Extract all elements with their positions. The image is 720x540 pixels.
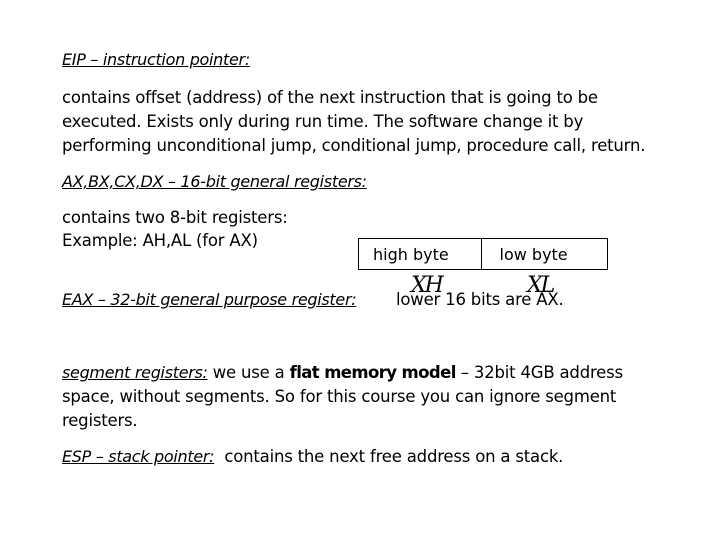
general-registers-line-1: contains two 8-bit registers: bbox=[62, 208, 288, 227]
segment-text-after: – 32bit 4GB address bbox=[455, 363, 623, 382]
segment-line-2: space, without segments. So for this cou… bbox=[62, 387, 617, 406]
low-byte-cell: low byte bbox=[499, 244, 568, 264]
esp-heading: ESP – stack pointer: bbox=[62, 447, 215, 466]
eax-heading: EAX – 32-bit general purpose register: bbox=[62, 290, 357, 309]
eip-description-line-3: performing unconditional jump, condition… bbox=[62, 136, 646, 155]
xl-overlay-label: XL bbox=[527, 273, 555, 298]
flat-memory-model-term: flat memory model bbox=[289, 363, 457, 382]
eip-description-line-2: executed. Exists only during run time. T… bbox=[62, 112, 584, 131]
esp-line: ESP – stack pointer: contains the next f… bbox=[62, 445, 563, 469]
eip-heading: EIP – instruction pointer: bbox=[62, 50, 250, 69]
segment-line-3: registers. bbox=[62, 411, 138, 430]
segment-line-1: segment registers: we use a flat memory … bbox=[62, 361, 623, 385]
general-registers-line-2: Example: AH,AL (for AX) bbox=[62, 231, 258, 250]
eip-description-line-1: contains offset (address) of the next in… bbox=[62, 88, 598, 107]
byte-layout-table: high byte low byte bbox=[358, 238, 608, 270]
segment-heading: segment registers: bbox=[62, 363, 208, 382]
general-registers-heading: AX,BX,CX,DX – 16-bit general registers: bbox=[62, 172, 367, 191]
xh-overlay-label: XH bbox=[411, 273, 444, 298]
esp-description: contains the next free address on a stac… bbox=[214, 447, 564, 466]
segment-text-before: we use a bbox=[207, 363, 290, 382]
high-byte-cell: high byte bbox=[359, 239, 482, 269]
